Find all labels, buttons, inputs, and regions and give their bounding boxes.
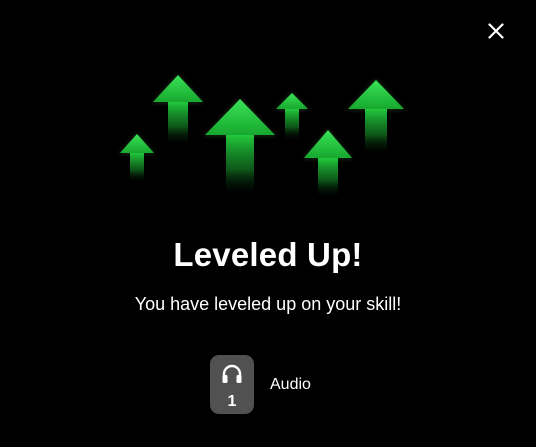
skill-name: Audio [270,375,311,393]
level-up-arrows-icon [0,0,536,210]
skill-badge: 1 [210,355,254,414]
skill-level: 1 [227,393,237,410]
skill-item: 1 Audio [210,355,311,414]
headphones-icon [221,364,243,389]
dialog-title: Leveled Up! [173,236,363,273]
dialog-message: You have leveled up on your skill! [134,294,402,314]
